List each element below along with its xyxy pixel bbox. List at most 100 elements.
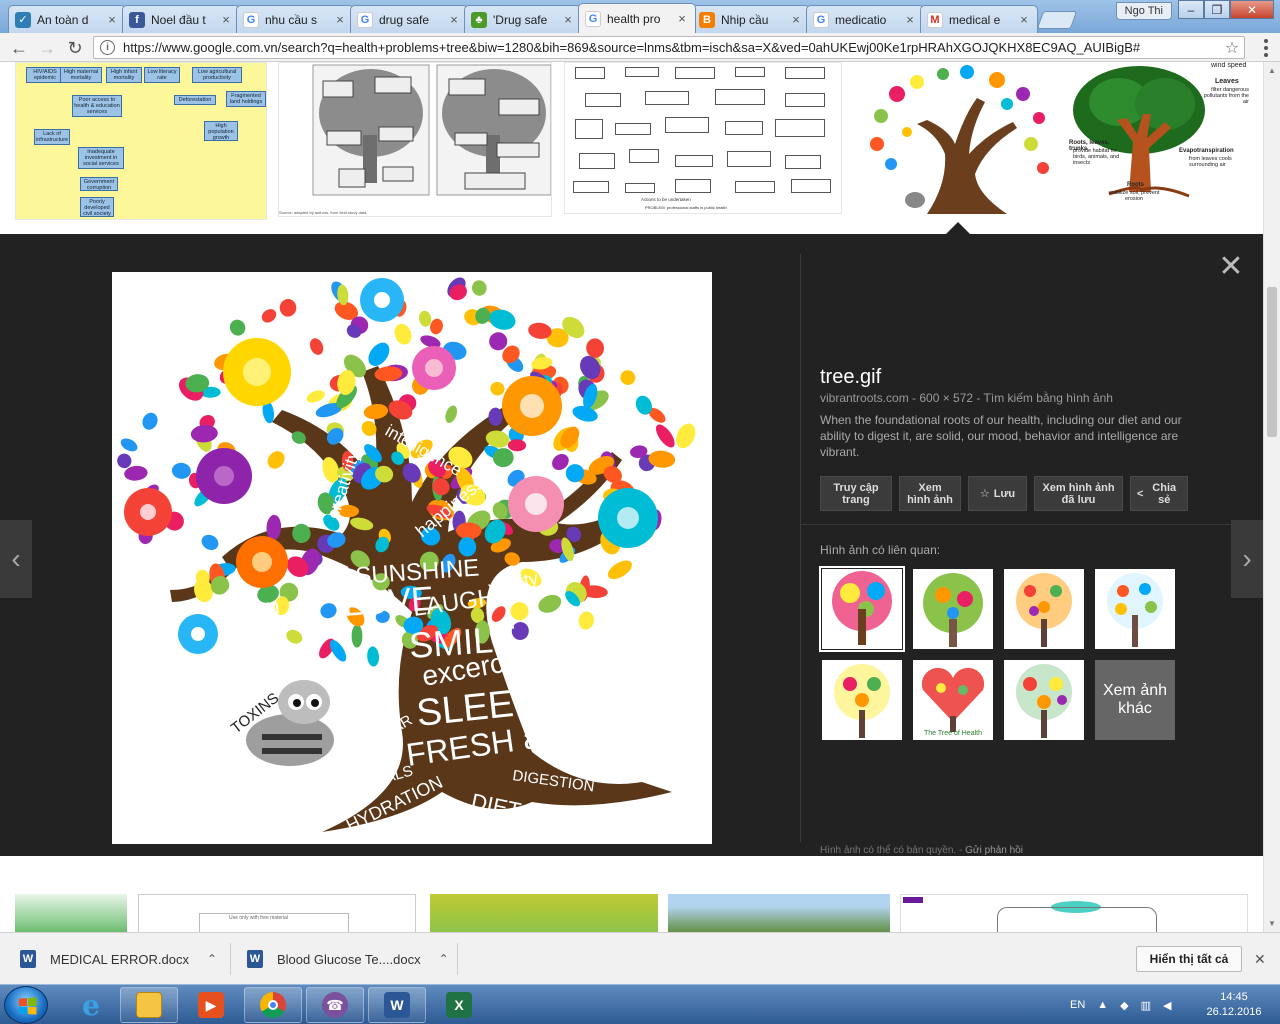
result-thumb-leaves[interactable] [430,894,658,932]
tab-8[interactable]: M medical e × [920,5,1038,33]
view-saved-button[interactable]: Xem hình ảnh đã lưu [1034,476,1123,511]
tab-3[interactable]: G drug safe × [350,5,468,33]
chevron-up-icon[interactable]: ⌃ [439,952,449,966]
result-thumb-problem-trees[interactable]: Source: adapted by authors, from field s… [278,62,552,217]
browser-toolbar: ← → ↻ i https://www.google.com.vn/search… [0,33,1280,62]
download-item-blood-glucose[interactable]: W Blood Glucose Te....docx ⌃ [247,942,449,976]
result-thumb-selected-tree[interactable] [855,62,1057,220]
result-thumb-diagram[interactable] [900,894,1248,932]
tab-close-icon[interactable]: × [675,11,689,26]
taskbar-word[interactable]: W [368,987,426,1023]
view-image-button[interactable]: Xem hình ảnh [899,476,961,511]
flow-box: Fragmented land holdings [226,91,266,107]
browser-menu-icon[interactable] [1257,38,1275,58]
url-text[interactable]: https://www.google.com.vn/search?q=healt… [123,40,1220,55]
start-button[interactable] [4,986,48,1024]
related-thumb[interactable] [822,660,902,740]
preview-image-tree[interactable]: intelligence creativity health happiness… [112,272,712,844]
related-thumb[interactable]: The Tree of Health [913,660,993,740]
prev-image-chevron-icon[interactable]: ‹ [0,520,32,598]
related-thumb[interactable] [1004,660,1084,740]
tab-4[interactable]: ♣ 'Drug safe × [464,5,582,33]
tray-arrow-icon[interactable]: ▲ [1097,999,1108,1011]
clock[interactable]: 14:45 26.12.2016 [1200,990,1268,1020]
taskbar-ie[interactable]: e [62,987,120,1023]
download-item-medical-error[interactable]: W MEDICAL ERROR.docx ⌃ [20,942,217,976]
taskbar-excel[interactable]: X [430,987,488,1023]
flower-yellow [223,338,291,406]
result-thumb-document[interactable]: Use only with free material [138,894,416,932]
tab-label: nhu cầu s [265,12,318,27]
language-indicator[interactable]: EN [1070,999,1085,1011]
tab-close-icon[interactable]: × [1017,12,1031,27]
result-thumb-forest[interactable] [668,894,890,932]
taskbar-chrome[interactable] [244,987,302,1023]
tab-close-icon[interactable]: × [447,12,461,27]
new-tab-button[interactable] [1036,11,1078,29]
related-thumb[interactable] [819,566,905,652]
tab-close-icon[interactable]: × [903,12,917,27]
close-downloads-icon[interactable]: ✕ [1254,951,1266,968]
tree-label-roots: Roots [1127,182,1144,188]
result-thumb-tree-benefits[interactable]: wind speed Leaves filter dangerous pollu… [1069,62,1249,204]
result-thumb-problem-flowchart[interactable]: HIV/AIDS epidemic High maternal mortalit… [15,62,267,220]
next-image-chevron-icon[interactable]: › [1231,520,1263,598]
tab-close-icon[interactable]: × [219,12,233,27]
leaf [394,323,412,345]
forward-arrow-icon[interactable]: → [36,37,58,59]
diagram-connector [997,907,1157,932]
tab-2[interactable]: G nhu cầu s × [236,5,354,33]
chrome-center-dot [268,1000,278,1010]
show-all-downloads-button[interactable]: Hiển thị tất cả [1136,946,1242,972]
flower-pink-right [508,476,564,532]
scrollbar-thumb[interactable] [1267,287,1277,437]
tab-1[interactable]: f Noel đầu t × [122,5,240,33]
maximize-button[interactable]: ❐ [1204,0,1230,19]
chevron-up-icon[interactable]: ⌃ [207,952,217,966]
close-preview-icon[interactable]: ✕ [1218,252,1244,282]
reload-icon[interactable]: ↻ [64,37,86,59]
address-bar[interactable]: i https://www.google.com.vn/search?q=hea… [93,36,1245,59]
related-thumb[interactable] [1004,569,1084,649]
preview-meta[interactable]: vibrantroots.com - 600 × 572 - Tìm kiếm … [820,391,1113,405]
tab-6[interactable]: B Nhip cầu × [692,5,810,33]
back-arrow-icon[interactable]: ← [8,37,30,59]
minimize-button[interactable]: – [1178,0,1204,19]
preview-title[interactable]: tree.gif [820,366,881,389]
gray-trees-illustration [312,64,551,196]
network-icon[interactable]: ▥ [1141,999,1151,1012]
page-scrollbar[interactable]: ▲ ▼ [1263,62,1280,932]
tab-close-icon[interactable]: × [561,12,575,27]
visit-page-button[interactable]: Truy cập trang [820,476,892,511]
related-thumb[interactable] [913,569,993,649]
taskbar-viber[interactable]: ☎ [306,987,364,1023]
health-tree-illustration: intelligence creativity health happiness… [117,277,696,836]
related-thumb[interactable] [1095,569,1175,649]
tab-0[interactable]: ✓ An toàn d × [8,5,126,33]
close-window-button[interactable]: ✕ [1230,0,1274,19]
tray-app-icon[interactable]: ◆ [1120,999,1128,1012]
bookmark-star-icon[interactable]: ☆ [1220,38,1244,58]
facebook-favicon-icon: f [129,11,145,28]
site-info-icon[interactable]: i [100,40,115,55]
save-label: Lưu [993,487,1016,500]
volume-icon[interactable]: ◀ [1163,999,1171,1012]
save-button[interactable]: ☆ Lưu [968,476,1027,511]
taskbar-explorer[interactable] [120,987,178,1023]
tab-5-active[interactable]: G health pro × [578,3,696,33]
scroll-down-arrow-icon[interactable]: ▼ [1264,915,1280,932]
taskbar-media[interactable]: ▶ [182,987,240,1023]
profile-button[interactable]: Ngo Thi [1115,2,1172,20]
scroll-up-arrow-icon[interactable]: ▲ [1264,62,1280,79]
share-button[interactable]: < Chia sẻ [1130,476,1188,511]
result-thumb-actions-flowchart[interactable]: Actions to be undertaken PROBLEM: profes… [564,62,842,214]
tab-7[interactable]: G medicatio × [806,5,924,33]
feedback-link[interactable]: Gửi phản hồi [965,845,1023,856]
result-thumb-green-tree[interactable] [15,894,127,932]
tab-close-icon[interactable]: × [789,12,803,27]
more-images-button[interactable]: Xem ảnh khác [1095,660,1175,740]
tab-label: 'Drug safe [493,12,548,27]
flow-box: Government corruption [80,177,118,191]
tab-close-icon[interactable]: × [105,12,119,27]
tab-close-icon[interactable]: × [333,12,347,27]
